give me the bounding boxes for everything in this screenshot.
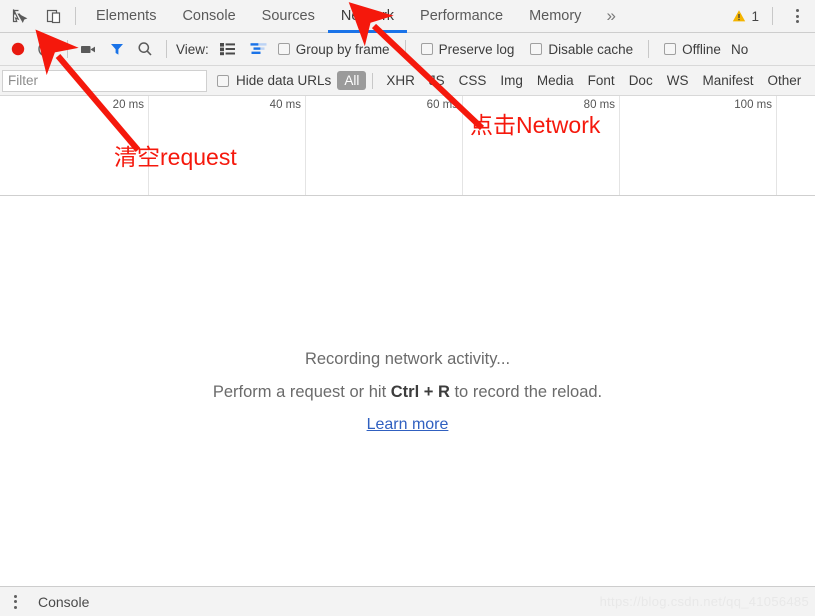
type-filter-ws[interactable]: WS [660, 71, 696, 90]
checkbox-box [217, 74, 229, 87]
type-filter-other[interactable]: Other [760, 71, 808, 90]
type-filter-img[interactable]: Img [493, 71, 530, 90]
timeline-divider [305, 96, 306, 195]
toolbar-divider-2 [166, 40, 167, 58]
throttling-select[interactable]: No [729, 42, 748, 57]
type-filter-xhr[interactable]: XHR [379, 71, 422, 90]
checkbox-box [420, 43, 433, 55]
tab-label: Elements [96, 8, 157, 24]
dock-icon-group [0, 3, 68, 29]
inspect-element-icon[interactable] [6, 3, 34, 29]
tab-console[interactable]: Console [169, 0, 248, 33]
type-filter-all[interactable]: All [337, 71, 367, 90]
record-icon [11, 42, 25, 56]
capture-screenshots-button[interactable] [75, 36, 103, 62]
hide-data-urls-label: Hide data URLs [236, 73, 332, 88]
hide-data-urls-checkbox[interactable]: Hide data URLs [217, 73, 331, 88]
devtools-menu-icon[interactable] [786, 3, 808, 29]
panel-tabs: Elements Console Sources Network Perform… [83, 0, 626, 33]
empty-state-line2-suffix: to record the reload. [449, 382, 603, 401]
warning-indicator[interactable]: 1 [732, 9, 765, 24]
offline-label: Offline [682, 41, 721, 57]
clear-button[interactable] [32, 36, 60, 62]
type-filter-js[interactable]: JS [422, 71, 452, 90]
timeline-tick-label: 60 ms [426, 99, 458, 111]
devtools-window: Elements Console Sources Network Perform… [0, 0, 815, 616]
waterfall-view-icon [250, 43, 267, 54]
tab-label: Performance [420, 8, 504, 24]
drawer-tab-console[interactable]: Console [26, 594, 101, 610]
checkbox-box [530, 43, 543, 55]
type-filter-css[interactable]: CSS [452, 71, 494, 90]
drawer-menu-icon[interactable] [4, 589, 26, 615]
network-overview-timeline[interactable]: 20 ms 40 ms 60 ms 80 ms 100 ms [0, 96, 815, 196]
search-icon [138, 42, 152, 56]
warning-count: 1 [751, 8, 759, 24]
preserve-log-label: Preserve log [438, 41, 515, 57]
tabbar-divider [75, 7, 76, 25]
toolbar-divider-4 [648, 40, 650, 58]
tab-label: Console [182, 8, 236, 24]
checkbox-box [664, 43, 677, 55]
devtools-tabbar: Elements Console Sources Network Perform… [0, 0, 815, 33]
network-toolbar: View: Group by frame Preserve log Disabl… [0, 33, 815, 66]
preserve-log-checkbox[interactable]: Preserve log [413, 42, 523, 57]
view-label: View: [176, 41, 209, 57]
group-by-frame-label: Group by frame [295, 41, 390, 57]
camera-icon [81, 46, 95, 53]
network-filter-row: Hide data URLs All XHR JS CSS Img Media … [0, 66, 815, 96]
empty-state-shortcut: Ctrl + R [390, 382, 450, 401]
offline-checkbox[interactable]: Offline [656, 42, 729, 57]
toolbar-divider-3 [404, 40, 406, 58]
tab-label: Sources [261, 8, 315, 24]
group-by-frame-checkbox[interactable]: Group by frame [270, 42, 398, 57]
funnel-icon [111, 44, 123, 55]
tab-label: Network [340, 8, 395, 24]
timeline-tick-label: 100 ms [734, 99, 772, 111]
resource-type-filters: All XHR JS CSS Img Media Font Doc WS Man… [337, 71, 808, 90]
tab-sources[interactable]: Sources [249, 0, 328, 33]
empty-state-line1: Recording network activity... [304, 349, 511, 368]
tabbar-right-divider [772, 7, 773, 25]
record-button[interactable] [4, 36, 32, 62]
disable-cache-checkbox[interactable]: Disable cache [522, 42, 641, 57]
timeline-tick-label: 40 ms [269, 99, 301, 111]
warning-triangle-icon [733, 10, 746, 22]
tab-label: Memory [529, 8, 582, 24]
timeline-divider [776, 96, 777, 195]
list-view-icon [220, 43, 236, 56]
view-list-button[interactable] [217, 36, 239, 62]
tab-elements[interactable]: Elements [83, 0, 169, 33]
type-filter-divider [372, 72, 374, 89]
timeline-tick-label: 80 ms [583, 99, 615, 111]
more-tabs-icon[interactable]: » [594, 0, 625, 33]
tabbar-right-group: 1 [732, 3, 815, 29]
checkbox-box [277, 43, 290, 55]
view-mode-group [215, 36, 270, 62]
tab-network[interactable]: Network [327, 0, 408, 33]
type-filter-doc[interactable]: Doc [622, 71, 660, 90]
filter-toggle-button[interactable] [103, 36, 131, 62]
type-filter-font[interactable]: Font [581, 71, 622, 90]
type-filter-media[interactable]: Media [530, 71, 581, 90]
tab-memory[interactable]: Memory [516, 0, 594, 33]
toolbar-divider-1 [67, 40, 68, 58]
filter-input[interactable] [2, 69, 207, 92]
disable-cache-label: Disable cache [548, 41, 634, 57]
clear-icon [38, 41, 54, 57]
network-empty-state: Recording network activity... Perform a … [0, 197, 815, 586]
learn-more-link[interactable]: Learn more [367, 416, 449, 434]
type-filter-manifest[interactable]: Manifest [695, 71, 760, 90]
watermark: https://blog.csdn.net/qq_41056485 [599, 594, 809, 609]
timeline-tick-label: 20 ms [112, 99, 144, 111]
empty-state-line2-prefix: Perform a request or hit [212, 382, 391, 401]
timeline-divider [619, 96, 620, 195]
empty-state-line2: Perform a request or hit Ctrl + R to rec… [213, 383, 602, 402]
timeline-divider [148, 96, 149, 195]
view-waterfall-button[interactable] [248, 36, 270, 62]
timeline-divider [462, 96, 463, 195]
device-toolbar-icon[interactable] [40, 3, 68, 29]
tab-performance[interactable]: Performance [407, 0, 516, 33]
search-button[interactable] [131, 36, 159, 62]
